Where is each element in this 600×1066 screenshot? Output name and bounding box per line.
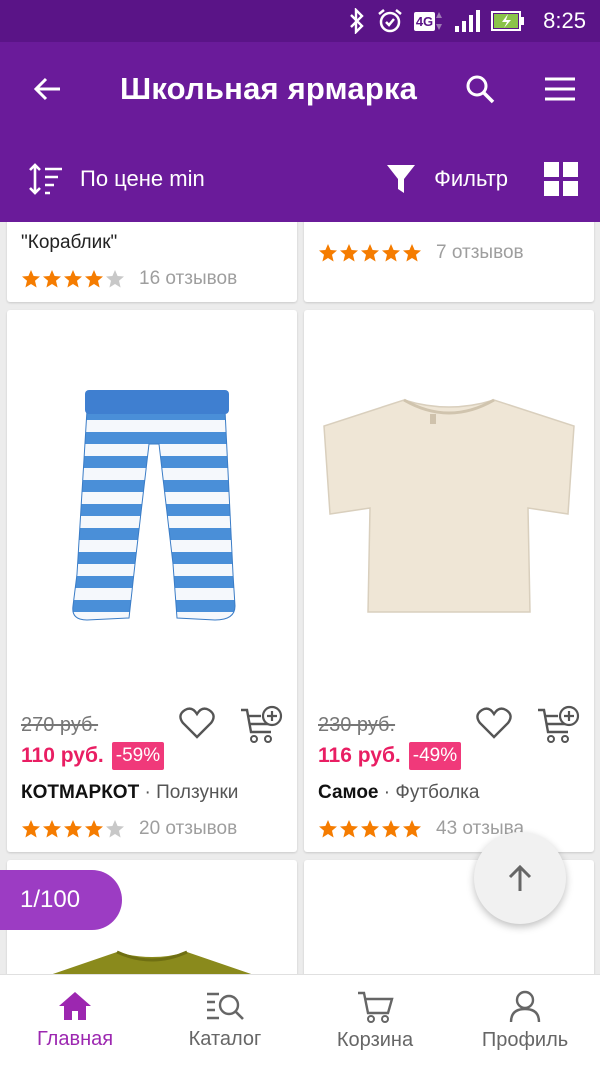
app-bar: Школьная ярмарка <box>0 42 600 136</box>
search-icon <box>466 75 495 104</box>
menu-button[interactable] <box>520 42 600 136</box>
product-rating: 7 отзывов <box>318 242 524 264</box>
old-price: 230 руб. <box>318 714 396 736</box>
product-card[interactable]: 7 отзывов <box>304 222 594 302</box>
grid-view-icon[interactable] <box>544 162 578 196</box>
back-button[interactable] <box>0 42 94 136</box>
discount-badge: -49% <box>408 742 462 770</box>
rating-stars <box>318 819 422 839</box>
brand-category: Самое · Футболка <box>318 782 480 803</box>
nav-label: Главная <box>36 1028 114 1050</box>
home-icon <box>59 992 91 1020</box>
nav-catalog[interactable]: Каталог <box>150 975 300 1066</box>
bottom-navigation: Главная Каталог Корзина Профиль <box>0 974 600 1066</box>
rating-stars <box>21 269 125 289</box>
hamburger-menu-icon <box>545 77 575 101</box>
star-filled-icon <box>22 820 40 838</box>
price-row: 116 руб. -49% <box>318 742 462 770</box>
rating-stars <box>318 243 422 263</box>
star-filled-icon <box>361 820 379 838</box>
nav-label: Корзина <box>336 1029 414 1051</box>
product-image <box>323 398 575 613</box>
star-filled-icon <box>340 244 358 262</box>
star-filled-icon <box>382 820 400 838</box>
profile-icon <box>509 990 541 1023</box>
star-filled-icon <box>85 270 103 288</box>
signal-icon <box>453 8 481 34</box>
product-rating: 16 отзывов <box>21 268 237 290</box>
star-filled-icon <box>85 820 103 838</box>
review-count: 20 отзывов <box>139 818 238 839</box>
brand-category: КОТМАРКОТ · Ползунки <box>21 782 239 803</box>
star-filled-icon <box>64 820 82 838</box>
arrow-up-icon <box>508 864 532 891</box>
page-title: Школьная ярмарка <box>120 71 418 106</box>
cart-icon <box>358 991 394 1023</box>
filter-button[interactable]: Фильтр <box>386 163 508 195</box>
product-rating: 43 отзыва <box>318 818 524 840</box>
brand-name: КОТМАРКОТ <box>21 782 140 803</box>
review-count: 7 отзывов <box>436 242 524 263</box>
product-card[interactable]: "Кораблик" 16 отзывов <box>7 222 297 302</box>
star-filled-icon <box>43 270 61 288</box>
price-row: 110 руб. -59% <box>21 742 165 770</box>
network-label: 4G <box>413 11 436 31</box>
scroll-to-top-button[interactable] <box>474 832 566 924</box>
star-filled-icon <box>403 244 421 262</box>
star-filled-icon <box>64 270 82 288</box>
current-price: 110 руб. <box>21 744 104 767</box>
product-image <box>72 390 236 621</box>
arrow-left-icon <box>33 77 60 101</box>
bluetooth-icon <box>348 8 366 34</box>
network-4g-icon: 4G <box>413 10 443 32</box>
current-price: 116 руб. <box>318 744 401 767</box>
catalog-search-icon <box>207 992 244 1020</box>
favorite-heart-icon[interactable] <box>476 706 512 740</box>
product-image <box>52 950 252 974</box>
rating-stars <box>21 819 125 839</box>
discount-badge: -59% <box>111 742 165 770</box>
favorite-heart-icon[interactable] <box>179 706 215 740</box>
filter-funnel-icon <box>387 165 416 193</box>
status-bar: 4G 8:25 <box>0 0 600 42</box>
product-category: Ползунки <box>156 782 239 803</box>
filter-label: Фильтр <box>434 166 508 191</box>
alarm-icon <box>376 7 404 35</box>
nav-label: Профиль <box>481 1029 569 1051</box>
product-card[interactable]: 270 руб. 110 руб. -59% КОТМАРКОТ · Ползу… <box>7 310 297 852</box>
product-card[interactable]: 230 руб. 116 руб. -49% Самое · Футболка … <box>304 310 594 852</box>
old-price: 270 руб. <box>21 714 99 736</box>
star-filled-icon <box>403 820 421 838</box>
star-empty-icon <box>106 270 124 288</box>
status-time: 8:25 <box>543 8 586 33</box>
sort-filter-bar: По цене min Фильтр <box>0 136 600 222</box>
nav-label: Каталог <box>188 1028 262 1050</box>
nav-home[interactable]: Главная <box>0 975 150 1066</box>
product-title: "Кораблик" <box>21 232 118 253</box>
star-filled-icon <box>319 820 337 838</box>
sort-icon <box>29 163 62 195</box>
sort-button[interactable]: По цене min <box>28 163 205 195</box>
star-filled-icon <box>382 244 400 262</box>
product-rating: 20 отзывов <box>21 818 237 840</box>
nav-cart[interactable]: Корзина <box>300 975 450 1066</box>
add-to-cart-icon[interactable] <box>239 704 283 744</box>
page-counter: 1/100 <box>0 870 122 930</box>
sort-label: По цене min <box>80 166 205 191</box>
add-to-cart-icon[interactable] <box>536 704 580 744</box>
product-category: Футболка <box>395 782 480 803</box>
star-empty-icon <box>106 820 124 838</box>
star-filled-icon <box>22 270 40 288</box>
review-count: 16 отзывов <box>139 268 238 289</box>
search-button[interactable] <box>440 42 520 136</box>
battery-charging-icon <box>491 10 525 32</box>
brand-name: Самое <box>318 782 379 803</box>
star-filled-icon <box>319 244 337 262</box>
star-filled-icon <box>340 820 358 838</box>
star-filled-icon <box>43 820 61 838</box>
nav-profile[interactable]: Профиль <box>450 975 600 1066</box>
star-filled-icon <box>361 244 379 262</box>
